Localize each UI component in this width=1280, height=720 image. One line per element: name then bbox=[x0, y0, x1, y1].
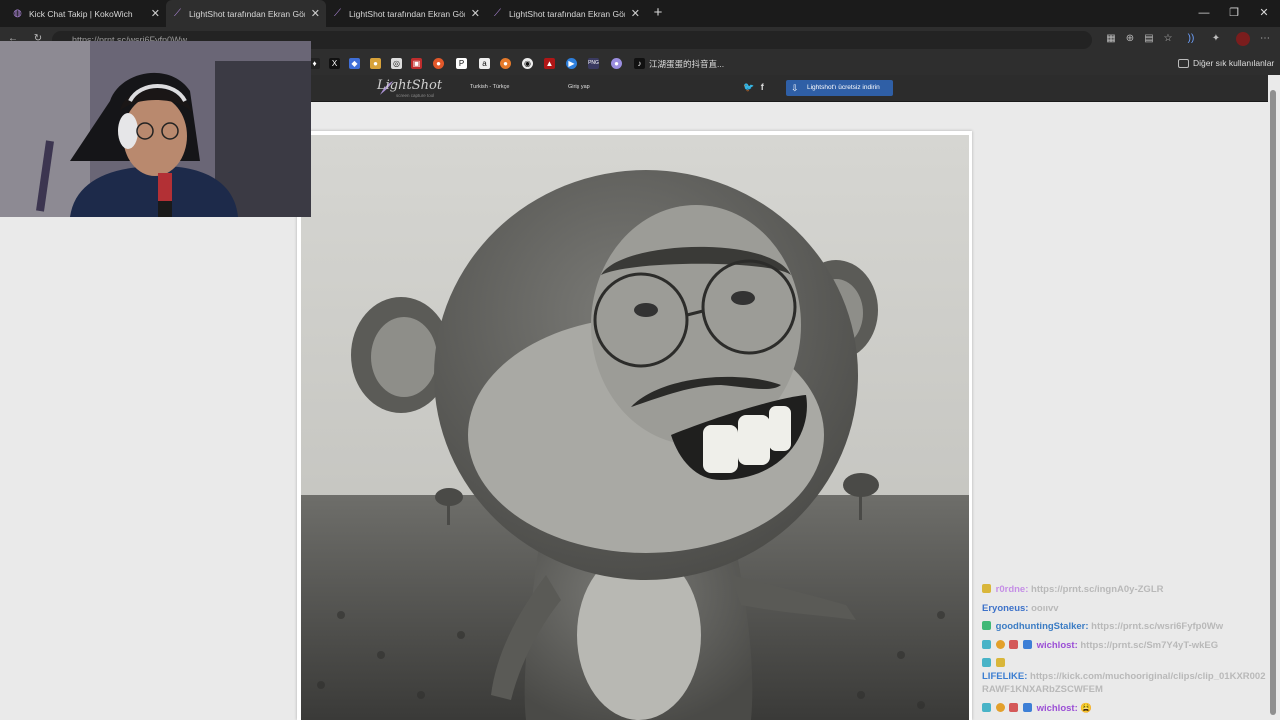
screenshot-image[interactable] bbox=[301, 135, 969, 720]
extensions-icon[interactable]: ✦ bbox=[1209, 32, 1223, 46]
twitter-icon[interactable]: 🐦 bbox=[743, 82, 754, 92]
close-tab-icon[interactable]: ✕ bbox=[471, 7, 480, 20]
badge-icon bbox=[982, 703, 991, 712]
lightshot-feather-icon: ⟋ bbox=[174, 8, 181, 19]
webcam-overlay bbox=[0, 41, 311, 217]
zoom-icon[interactable]: ⊕ bbox=[1123, 32, 1137, 46]
bookmark-icon[interactable]: P bbox=[456, 58, 467, 69]
bookmark-icon[interactable]: ● bbox=[370, 58, 381, 69]
tab-lightshot-1[interactable]: ⟋ LightShot tarafından Ekran Görüntü ✕ bbox=[166, 0, 326, 27]
chat-message: LIFELIKE: https://kick.com/muchooriginal… bbox=[982, 671, 1266, 682]
play-icon[interactable]: ▶ bbox=[566, 58, 577, 69]
chat-message-continuation: RAWF1KNXARbZSCWFEM bbox=[982, 684, 1103, 695]
tab-kick-chat[interactable]: ◍ Kick Chat Takip | KokoWich ✕ bbox=[6, 0, 166, 27]
badge-icon bbox=[1009, 703, 1019, 712]
chat-overlay: r0rdne: https://prnt.sc/ingnA0y-ZGLR Ery… bbox=[982, 582, 1280, 720]
badge-icon bbox=[982, 658, 991, 667]
bookmark-icon[interactable]: ◎ bbox=[391, 58, 402, 69]
badge-icon bbox=[1022, 640, 1032, 649]
x-twitter-icon[interactable]: X bbox=[329, 58, 340, 69]
chat-message: Eryoneus: ooııvv bbox=[982, 603, 1059, 614]
bookmark-douyin[interactable]: 江湖蛋蛋的抖音直... bbox=[649, 58, 724, 70]
badge-icon bbox=[1022, 703, 1032, 712]
chat-message: goodhuntingStalker: https://prnt.sc/wsri… bbox=[982, 621, 1223, 632]
bookmark-icon[interactable]: PNG bbox=[588, 58, 599, 69]
close-tab-icon[interactable]: ✕ bbox=[151, 7, 160, 20]
logo-subtitle: screen capture tool bbox=[396, 93, 435, 98]
login-link[interactable]: Giriş yap bbox=[568, 84, 590, 90]
lightshot-feather-icon: ⟋ bbox=[334, 8, 341, 19]
tab-lightshot-2[interactable]: ⟋ LightShot tarafından Ekran Görüntü ✕ bbox=[326, 0, 486, 27]
folder-icon bbox=[1178, 59, 1189, 68]
chat-message: wichlost: https://prnt.sc/Sm7Y4yT-wkEG bbox=[982, 640, 1218, 651]
bookmark-icon[interactable]: ● bbox=[611, 58, 622, 69]
globe-icon: ◍ bbox=[13, 8, 22, 19]
tab-lightshot-3[interactable]: ⟋ LightShot tarafından Ekran Görüntü ✕ bbox=[486, 0, 646, 27]
read-aloud-icon[interactable]: )) bbox=[1184, 32, 1198, 46]
tab-bar: ◍ Kick Chat Takip | KokoWich ✕ ⟋ LightSh… bbox=[0, 0, 1280, 27]
bookmark-icon[interactable]: ◆ bbox=[349, 58, 360, 69]
badge-icon bbox=[982, 621, 991, 630]
profile-avatar-icon[interactable] bbox=[1236, 32, 1250, 46]
language-selector[interactable]: Turkish - Türkçe bbox=[470, 84, 509, 90]
badge-icon bbox=[982, 640, 991, 649]
bookmark-icon[interactable]: ● bbox=[500, 58, 511, 69]
chat-message-badges bbox=[982, 658, 1007, 669]
download-icon: ⇩ bbox=[791, 83, 799, 93]
restore-icon[interactable]: ❐ bbox=[1226, 5, 1242, 21]
minimize-icon[interactable]: — bbox=[1196, 5, 1212, 21]
badge-icon bbox=[995, 658, 1005, 667]
bookmark-icon[interactable]: ▲ bbox=[544, 58, 555, 69]
new-tab-icon[interactable]: + bbox=[650, 5, 666, 21]
tiktok-icon[interactable]: ♪ bbox=[634, 58, 645, 69]
lightshot-feather-icon: ⟋ bbox=[494, 8, 501, 19]
close-tab-icon[interactable]: ✕ bbox=[311, 7, 320, 20]
badge-icon bbox=[1009, 640, 1019, 649]
badge-icon bbox=[982, 584, 991, 593]
badge-icon bbox=[995, 640, 1005, 649]
close-tab-icon[interactable]: ✕ bbox=[631, 7, 640, 20]
favorite-star-icon[interactable]: ☆ bbox=[1161, 32, 1175, 46]
social-links: 🐦 f bbox=[743, 82, 764, 93]
other-favorites[interactable]: Diğer sık kullanılanlar bbox=[1193, 58, 1274, 68]
apps-icon[interactable]: ▦ bbox=[1104, 32, 1118, 46]
download-button[interactable]: ⇩ Lightshot'ı ücretsiz indirin bbox=[786, 80, 893, 96]
reddit-icon[interactable]: ● bbox=[433, 58, 444, 69]
bookmark-icon[interactable]: ▣ bbox=[411, 58, 422, 69]
chat-message: r0rdne: https://prnt.sc/ingnA0y-ZGLR bbox=[982, 584, 1163, 595]
badge-icon bbox=[995, 703, 1005, 712]
facebook-icon[interactable]: f bbox=[761, 82, 764, 92]
close-window-icon[interactable]: ✕ bbox=[1256, 5, 1272, 21]
chat-message: wichlost: 😩 bbox=[982, 703, 1092, 714]
lightshot-logo[interactable]: LightShot bbox=[377, 78, 442, 93]
reader-icon[interactable]: ▤ bbox=[1142, 32, 1156, 46]
bookmark-icon[interactable]: a bbox=[479, 58, 490, 69]
bookmark-icon[interactable]: ◉ bbox=[522, 58, 533, 69]
menu-icon[interactable]: ⋯ bbox=[1258, 32, 1272, 46]
